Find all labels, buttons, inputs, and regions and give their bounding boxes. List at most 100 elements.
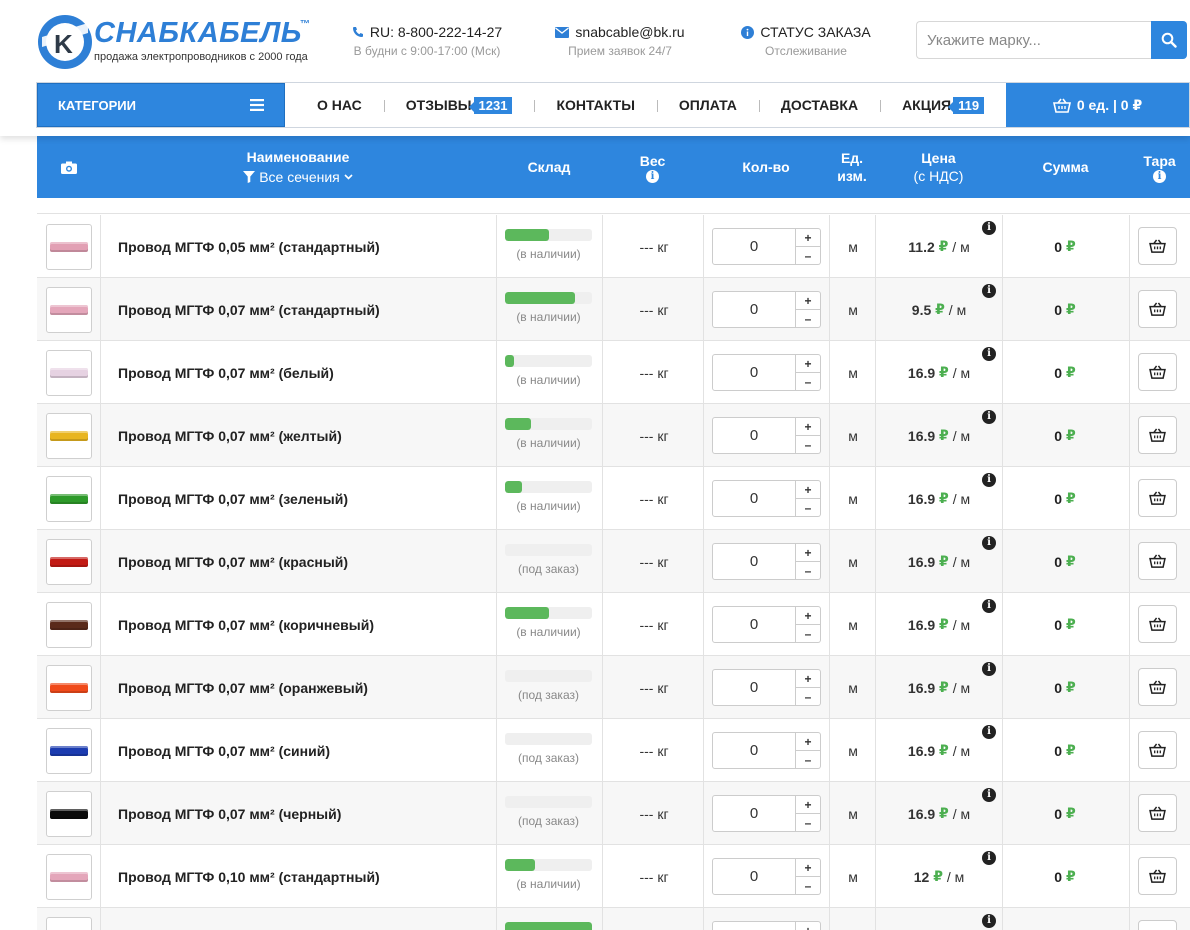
quantity-input[interactable]: 0	[712, 480, 796, 517]
quantity-input[interactable]: 0	[712, 732, 796, 769]
quantity-input[interactable]: 0	[712, 669, 796, 706]
quantity-input[interactable]: 0	[712, 417, 796, 454]
decrement-button[interactable]: –	[796, 309, 820, 327]
categories-button[interactable]: КАТЕГОРИИ	[37, 83, 286, 127]
price-info-icon[interactable]: i	[982, 662, 996, 676]
decrement-button[interactable]: –	[796, 561, 820, 579]
product-name-link[interactable]: Провод МГТФ 0,07 мм² (оранжевый)	[118, 656, 368, 719]
nav-link-reviews[interactable]: ОТЗЫВЫ 1231	[383, 96, 535, 114]
phone-block[interactable]: RU: 8-800-222-14-27 В будни с 9:00-17:00…	[350, 24, 504, 58]
quantity-input[interactable]: 0	[712, 606, 796, 643]
product-thumbnail[interactable]	[46, 350, 92, 396]
add-to-cart-button[interactable]	[1138, 542, 1177, 580]
product-name-link[interactable]: Провод МГТФ 0,07 мм² (красный)	[118, 530, 348, 593]
increment-button[interactable]: +	[796, 292, 820, 309]
product-thumbnail[interactable]	[46, 602, 92, 648]
product-name-link[interactable]: Провод МГТФ 0,07 мм² (желтый)	[118, 404, 342, 467]
add-to-cart-button[interactable]	[1138, 731, 1177, 769]
increment-button[interactable]: +	[796, 922, 820, 930]
price-info-icon[interactable]: i	[982, 914, 996, 928]
weight-info-icon[interactable]: i	[646, 169, 659, 183]
add-to-cart-button[interactable]	[1138, 227, 1177, 265]
quantity-input[interactable]: 0	[712, 795, 796, 832]
decrement-button[interactable]: –	[796, 498, 820, 516]
search-input[interactable]	[916, 21, 1151, 59]
increment-button[interactable]: +	[796, 670, 820, 687]
quantity-input[interactable]: 0	[712, 543, 796, 580]
quantity-input[interactable]: 0	[712, 354, 796, 391]
price-info-icon[interactable]: i	[982, 410, 996, 424]
product-thumbnail[interactable]	[46, 854, 92, 900]
product-thumbnail[interactable]	[46, 917, 92, 930]
product-name-link[interactable]: Провод МГТФ 0,07 мм² (коричневый)	[118, 593, 374, 656]
add-to-cart-button[interactable]	[1138, 353, 1177, 391]
price-unit: / м	[952, 238, 970, 255]
nav-link-delivery[interactable]: ДОСТАВКА	[758, 97, 880, 113]
product-name-link[interactable]: Провод МГТФ 0,05 мм² (стандартный)	[118, 215, 380, 278]
quantity-input[interactable]: 0	[712, 291, 796, 328]
increment-button[interactable]: +	[796, 733, 820, 750]
email-block[interactable]: snabcable@bk.ru Прием заявок 24/7	[555, 24, 685, 58]
nav-link-about[interactable]: О НАС	[295, 97, 384, 113]
quantity-input[interactable]: 0	[712, 228, 796, 265]
decrement-button[interactable]: –	[796, 372, 820, 390]
product-thumbnail[interactable]	[46, 413, 92, 459]
product-name-link[interactable]: Провод МГТФ 0,10 мм² (стандартный)	[118, 845, 380, 908]
price-info-icon[interactable]: i	[982, 599, 996, 613]
product-thumbnail[interactable]	[46, 476, 92, 522]
add-to-cart-button[interactable]	[1138, 605, 1177, 643]
tara-info-icon[interactable]: i	[1153, 169, 1166, 183]
add-to-cart-button[interactable]	[1138, 794, 1177, 832]
product-name-link[interactable]: Провод МГТФ 0,07 мм² (синий)	[118, 719, 330, 782]
search-button[interactable]	[1151, 21, 1187, 59]
product-name-link[interactable]: Провод МГТФ 0,07 мм² (стандартный)	[118, 278, 380, 341]
decrement-button[interactable]: –	[796, 624, 820, 642]
increment-button[interactable]: +	[796, 607, 820, 624]
product-thumbnail[interactable]	[46, 224, 92, 270]
increment-button[interactable]: +	[796, 481, 820, 498]
price-info-icon[interactable]: i	[982, 284, 996, 298]
price-info-icon[interactable]: i	[982, 536, 996, 550]
add-to-cart-button[interactable]	[1138, 479, 1177, 517]
product-thumbnail[interactable]	[46, 665, 92, 711]
increment-button[interactable]: +	[796, 355, 820, 372]
add-to-cart-button[interactable]	[1138, 416, 1177, 454]
product-name-link[interactable]: Провод МГТФ 0,07 мм² (черный)	[118, 782, 341, 845]
decrement-button[interactable]: –	[796, 813, 820, 831]
price-info-icon[interactable]: i	[982, 221, 996, 235]
logo[interactable]: K СНАБКАБЕЛЬ ™ продажа электропроводнико…	[36, 13, 316, 71]
increment-button[interactable]: +	[796, 544, 820, 561]
increment-button[interactable]: +	[796, 859, 820, 876]
price-info-icon[interactable]: i	[982, 788, 996, 802]
product-name-link[interactable]: Провод МГТФ 0,07 мм² (белый)	[118, 341, 334, 404]
add-to-cart-button[interactable]	[1138, 920, 1177, 930]
increment-button[interactable]: +	[796, 229, 820, 246]
decrement-button[interactable]: –	[796, 687, 820, 705]
price-info-icon[interactable]: i	[982, 473, 996, 487]
price-info-icon[interactable]: i	[982, 725, 996, 739]
product-thumbnail[interactable]	[46, 791, 92, 837]
add-to-cart-button[interactable]	[1138, 857, 1177, 895]
nav-link-promo[interactable]: АКЦИЯ 119	[880, 96, 1006, 114]
nav-link-contacts[interactable]: КОНТАКТЫ	[534, 97, 656, 113]
decrement-button[interactable]: –	[796, 435, 820, 453]
increment-button[interactable]: +	[796, 418, 820, 435]
section-filter-dropdown[interactable]: Все сечения	[243, 168, 353, 186]
decrement-button[interactable]: –	[796, 246, 820, 264]
increment-button[interactable]: +	[796, 796, 820, 813]
add-to-cart-button[interactable]	[1138, 668, 1177, 706]
quantity-input[interactable]	[712, 921, 796, 930]
price-info-icon[interactable]: i	[982, 851, 996, 865]
price-info-icon[interactable]: i	[982, 347, 996, 361]
product-thumbnail[interactable]	[46, 728, 92, 774]
add-to-cart-button[interactable]	[1138, 290, 1177, 328]
cart-button[interactable]: 0 ед. | 0 ₽	[1006, 83, 1189, 127]
product-name-link[interactable]: Провод МГТФ 0,07 мм² (зеленый)	[118, 467, 348, 530]
product-thumbnail[interactable]	[46, 287, 92, 333]
product-thumbnail[interactable]	[46, 539, 92, 585]
order-status-block[interactable]: СТАТУС ЗАКАЗА Отслеживание	[741, 24, 871, 58]
decrement-button[interactable]: –	[796, 750, 820, 768]
decrement-button[interactable]: –	[796, 876, 820, 894]
quantity-input[interactable]: 0	[712, 858, 796, 895]
nav-link-payment[interactable]: ОПЛАТА	[656, 97, 759, 113]
